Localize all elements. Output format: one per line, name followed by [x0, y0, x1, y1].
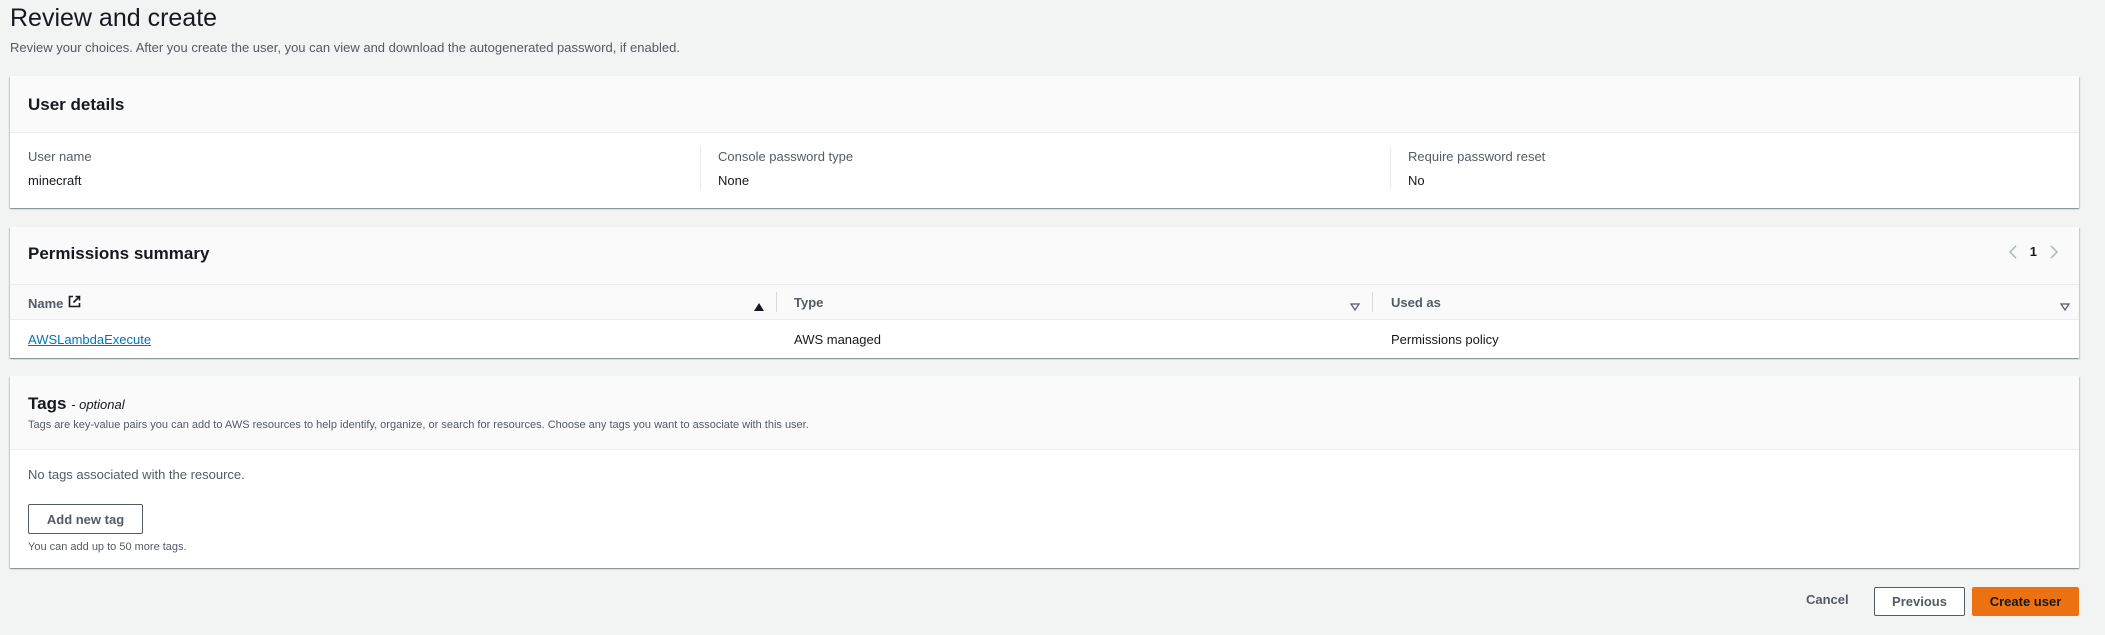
user-details-title: User details [28, 95, 125, 114]
policy-name-link[interactable]: AWSLambdaExecute [28, 332, 151, 347]
require-password-reset-label: Require password reset [1408, 149, 1546, 164]
cancel-button[interactable]: Cancel [1806, 592, 1849, 607]
tags-title-text: Tags [28, 394, 67, 413]
permissions-title: Permissions summary [28, 244, 210, 263]
permissions-header: Permissions summary 1 [10, 227, 2079, 284]
permissions-summary-panel: Permissions summary 1 Name Type Used as … [10, 227, 2079, 358]
column-divider [1372, 292, 1373, 312]
sort-ascending-icon[interactable] [754, 298, 764, 316]
column-divider [700, 147, 701, 189]
external-link-icon [68, 295, 81, 311]
tags-panel: Tags - optional Tags are key-value pairs… [10, 376, 2079, 568]
previous-button[interactable]: Previous [1874, 587, 1965, 616]
require-password-reset-value: No [1408, 173, 1425, 188]
chevron-left-icon[interactable] [2008, 244, 2018, 259]
sort-descending-icon[interactable] [1349, 298, 1361, 316]
page-title: Review and create [10, 4, 218, 32]
column-header-used-as[interactable]: Used as [1391, 295, 1441, 310]
column-header-name[interactable]: Name [28, 295, 81, 311]
page-description: Review your choices. After you create th… [10, 40, 680, 55]
policy-used-as: Permissions policy [1391, 332, 1499, 347]
console-password-type-value: None [718, 173, 750, 188]
column-divider [776, 292, 777, 312]
policy-type: AWS managed [794, 332, 881, 347]
column-header-used-as-label: Used as [1391, 295, 1441, 310]
optional-label: - optional [71, 397, 125, 412]
tags-title: Tags - optional [28, 394, 125, 414]
require-password-reset-field: Require password reset No [1408, 149, 1545, 188]
chevron-right-icon[interactable] [2049, 244, 2059, 259]
table-header: Name Type Used as [10, 284, 2079, 320]
column-header-name-label: Name [28, 295, 64, 311]
column-header-type[interactable]: Type [794, 295, 823, 310]
page-number[interactable]: 1 [2030, 244, 2037, 259]
column-header-type-label: Type [794, 295, 824, 310]
create-user-button[interactable]: Create user [1972, 587, 2079, 616]
no-tags-message: No tags associated with the resource. [28, 467, 245, 482]
sort-descending-icon[interactable] [2059, 298, 2071, 316]
user-name-value: minecraft [28, 173, 82, 188]
user-details-panel: User details User name minecraft Console… [10, 76, 2079, 208]
console-password-type-field: Console password type None [718, 149, 853, 188]
tags-header: Tags - optional Tags are key-value pairs… [10, 376, 2079, 450]
column-divider [1390, 147, 1391, 189]
user-name-label: User name [28, 149, 92, 164]
tags-limit-hint: You can add up to 50 more tags. [28, 541, 187, 553]
user-name-field: User name minecraft [28, 149, 92, 188]
tags-description: Tags are key-value pairs you can add to … [28, 419, 809, 431]
add-new-tag-button[interactable]: Add new tag [28, 504, 143, 534]
user-details-header: User details [10, 76, 2079, 133]
table-row: AWSLambdaExecute AWS managed Permissions… [10, 320, 2079, 358]
pagination: 1 [2008, 244, 2059, 259]
console-password-type-label: Console password type [718, 149, 854, 164]
